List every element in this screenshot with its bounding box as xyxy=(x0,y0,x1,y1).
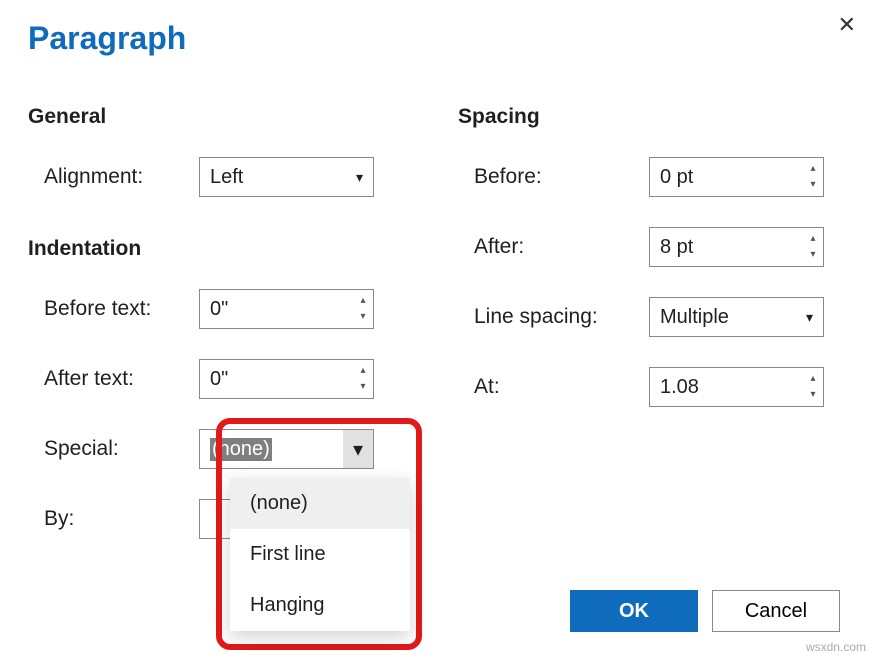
alignment-label: Alignment: xyxy=(44,165,199,189)
special-value: (none) xyxy=(210,438,272,461)
before-value: 0 pt xyxy=(650,158,803,196)
close-button[interactable]: ✕ xyxy=(838,12,856,38)
field-at: At: 1.08 ▴ ▾ xyxy=(458,367,848,407)
at-label: At: xyxy=(474,375,649,399)
section-general-header: General xyxy=(28,105,418,129)
before-text-label: Before text: xyxy=(44,297,199,321)
section-indentation-header: Indentation xyxy=(28,237,418,261)
special-option-hanging[interactable]: Hanging xyxy=(230,580,410,631)
after-text-spinner-controls: ▴ ▾ xyxy=(353,360,373,398)
spinner-down-icon[interactable]: ▾ xyxy=(803,247,823,263)
field-after-text: After text: 0" ▴ ▾ xyxy=(28,359,418,399)
right-column: Spacing Before: 0 pt ▴ ▾ After: 8 pt ▴ ▾ xyxy=(458,105,848,569)
chevron-down-icon: ▾ xyxy=(343,430,373,468)
spinner-down-icon[interactable]: ▾ xyxy=(803,387,823,403)
section-spacing-header: Spacing xyxy=(458,105,848,129)
spinner-up-icon[interactable]: ▴ xyxy=(803,231,823,247)
spinner-down-icon[interactable]: ▾ xyxy=(353,379,373,395)
ok-button[interactable]: OK xyxy=(570,590,698,632)
spinner-down-icon[interactable]: ▾ xyxy=(353,309,373,325)
watermark: wsxdn.com xyxy=(806,640,866,654)
field-before-spacing: Before: 0 pt ▴ ▾ xyxy=(458,157,848,197)
cancel-button[interactable]: Cancel xyxy=(712,590,840,632)
special-option-none[interactable]: (none) xyxy=(230,478,410,529)
before-text-spinner[interactable]: 0" ▴ ▾ xyxy=(199,289,374,329)
after-spinner-controls: ▴ ▾ xyxy=(803,228,823,266)
dialog-footer: OK Cancel xyxy=(570,590,840,632)
after-text-value: 0" xyxy=(200,360,353,398)
dialog-body: General Alignment: Left ▾ Indentation Be… xyxy=(28,105,848,569)
before-label: Before: xyxy=(474,165,649,189)
spinner-up-icon[interactable]: ▴ xyxy=(803,371,823,387)
field-alignment: Alignment: Left ▾ xyxy=(28,157,418,197)
spinner-up-icon[interactable]: ▴ xyxy=(353,363,373,379)
field-after-spacing: After: 8 pt ▴ ▾ xyxy=(458,227,848,267)
before-spinner[interactable]: 0 pt ▴ ▾ xyxy=(649,157,824,197)
dialog-title: Paragraph xyxy=(28,20,848,57)
field-before-text: Before text: 0" ▴ ▾ xyxy=(28,289,418,329)
after-text-spinner[interactable]: 0" ▴ ▾ xyxy=(199,359,374,399)
special-label: Special: xyxy=(44,437,199,461)
spinner-up-icon[interactable]: ▴ xyxy=(353,293,373,309)
line-spacing-value: Multiple xyxy=(660,306,729,329)
after-text-label: After text: xyxy=(44,367,199,391)
after-value: 8 pt xyxy=(650,228,803,266)
chevron-down-icon: ▾ xyxy=(356,169,363,186)
at-spinner-controls: ▴ ▾ xyxy=(803,368,823,406)
chevron-down-icon: ▾ xyxy=(806,309,813,326)
spinner-up-icon[interactable]: ▴ xyxy=(803,161,823,177)
alignment-combo[interactable]: Left ▾ xyxy=(199,157,374,197)
special-dropdown-popup: (none) First line Hanging xyxy=(230,478,410,631)
at-value: 1.08 xyxy=(650,368,803,406)
before-spinner-controls: ▴ ▾ xyxy=(803,158,823,196)
before-text-spinner-controls: ▴ ▾ xyxy=(353,290,373,328)
before-text-value: 0" xyxy=(200,290,353,328)
field-line-spacing: Line spacing: Multiple ▾ xyxy=(458,297,848,337)
alignment-value: Left xyxy=(210,166,243,189)
at-spinner[interactable]: 1.08 ▴ ▾ xyxy=(649,367,824,407)
close-icon: ✕ xyxy=(838,12,856,37)
after-label: After: xyxy=(474,235,649,259)
line-spacing-combo[interactable]: Multiple ▾ xyxy=(649,297,824,337)
field-special: Special: (none) ▾ xyxy=(28,429,418,469)
spinner-down-icon[interactable]: ▾ xyxy=(803,177,823,193)
special-option-first-line[interactable]: First line xyxy=(230,529,410,580)
special-combo[interactable]: (none) ▾ xyxy=(199,429,374,469)
by-label: By: xyxy=(44,507,199,531)
line-spacing-label: Line spacing: xyxy=(474,305,649,329)
after-spinner[interactable]: 8 pt ▴ ▾ xyxy=(649,227,824,267)
